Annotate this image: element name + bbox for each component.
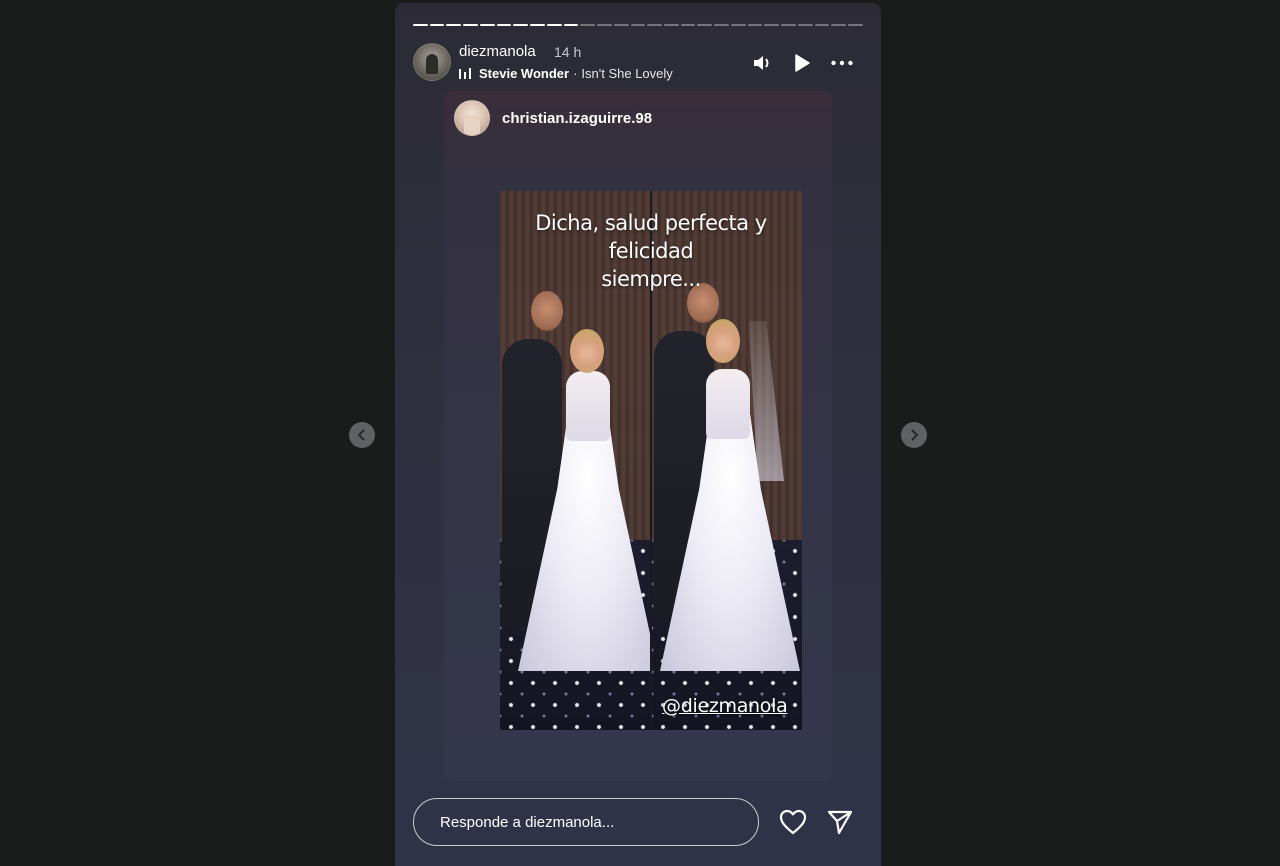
progress-segment: [580, 24, 596, 26]
progress-segment: [479, 24, 495, 26]
shared-post-username[interactable]: christian.izaguirre.98: [502, 110, 652, 127]
story-photo: Dicha, salud perfecta y felicidad siempr…: [500, 191, 802, 730]
next-story-button[interactable]: [901, 422, 927, 448]
progress-segment: [680, 24, 696, 26]
story-controls: [751, 53, 853, 73]
heart-icon: [779, 809, 807, 835]
progress-segment: [630, 24, 646, 26]
progress-segment: [597, 24, 612, 26]
music-artist: Stevie Wonder: [479, 66, 570, 81]
more-options-button[interactable]: [831, 53, 853, 73]
previous-story-button[interactable]: [349, 422, 375, 448]
play-button[interactable]: [791, 53, 813, 73]
progress-segment: [764, 24, 780, 26]
progress-segment: [613, 24, 629, 26]
progress-segment: [848, 24, 863, 26]
volume-icon: [754, 56, 769, 70]
progress-segment: [781, 24, 796, 26]
story-caption: Dicha, salud perfecta y felicidad siempr…: [510, 209, 792, 293]
progress-segment: [647, 24, 663, 26]
caption-line-2: siempre...: [601, 267, 701, 291]
shared-post-header: christian.izaguirre.98: [454, 100, 652, 136]
progress-segment: [546, 24, 562, 26]
play-icon: [795, 54, 810, 72]
more-icon: [831, 60, 853, 66]
progress-segment: [429, 24, 445, 26]
author-avatar[interactable]: [413, 43, 451, 81]
progress-segment: [730, 24, 746, 26]
shared-post-avatar[interactable]: [454, 100, 490, 136]
progress-segment: [446, 24, 462, 26]
progress-segment: [714, 24, 729, 26]
progress-segment: [664, 24, 679, 26]
progress-segment: [747, 24, 763, 26]
progress-segment: [697, 24, 713, 26]
share-button[interactable]: [826, 808, 854, 836]
send-icon: [827, 810, 853, 835]
like-button[interactable]: [779, 808, 807, 836]
story-time: 14 h: [554, 44, 582, 60]
music-song: Isn't She Lovely: [581, 66, 673, 81]
progress-segment: [413, 24, 428, 26]
progress-segment: [463, 24, 478, 26]
caption-line-1: Dicha, salud perfecta y felicidad: [535, 211, 767, 263]
chevron-left-icon: [357, 429, 365, 441]
music-info[interactable]: Stevie Wonder · Isn't She Lovely: [459, 66, 673, 81]
progress-segment: [496, 24, 512, 26]
story-header: diezmanola 14 h Stevie Wonder · Isn't Sh…: [413, 41, 863, 83]
progress-segment: [563, 24, 579, 26]
story-progress-bar: [413, 24, 863, 27]
progress-segment: [831, 24, 847, 26]
reply-field[interactable]: [413, 798, 759, 846]
story-viewer: diezmanola 14 h Stevie Wonder · Isn't Sh…: [395, 3, 881, 866]
mute-button[interactable]: [751, 53, 773, 73]
author-username[interactable]: diezmanola: [459, 43, 536, 60]
chevron-right-icon: [911, 429, 919, 441]
progress-segment: [530, 24, 545, 26]
progress-segment: [797, 24, 813, 26]
mention-tag[interactable]: @diezmanola: [662, 695, 788, 717]
progress-segment: [513, 24, 529, 26]
music-separator: ·: [573, 66, 578, 81]
reply-input[interactable]: [438, 812, 742, 832]
progress-segment: [814, 24, 830, 26]
music-bars-icon: [459, 68, 471, 79]
